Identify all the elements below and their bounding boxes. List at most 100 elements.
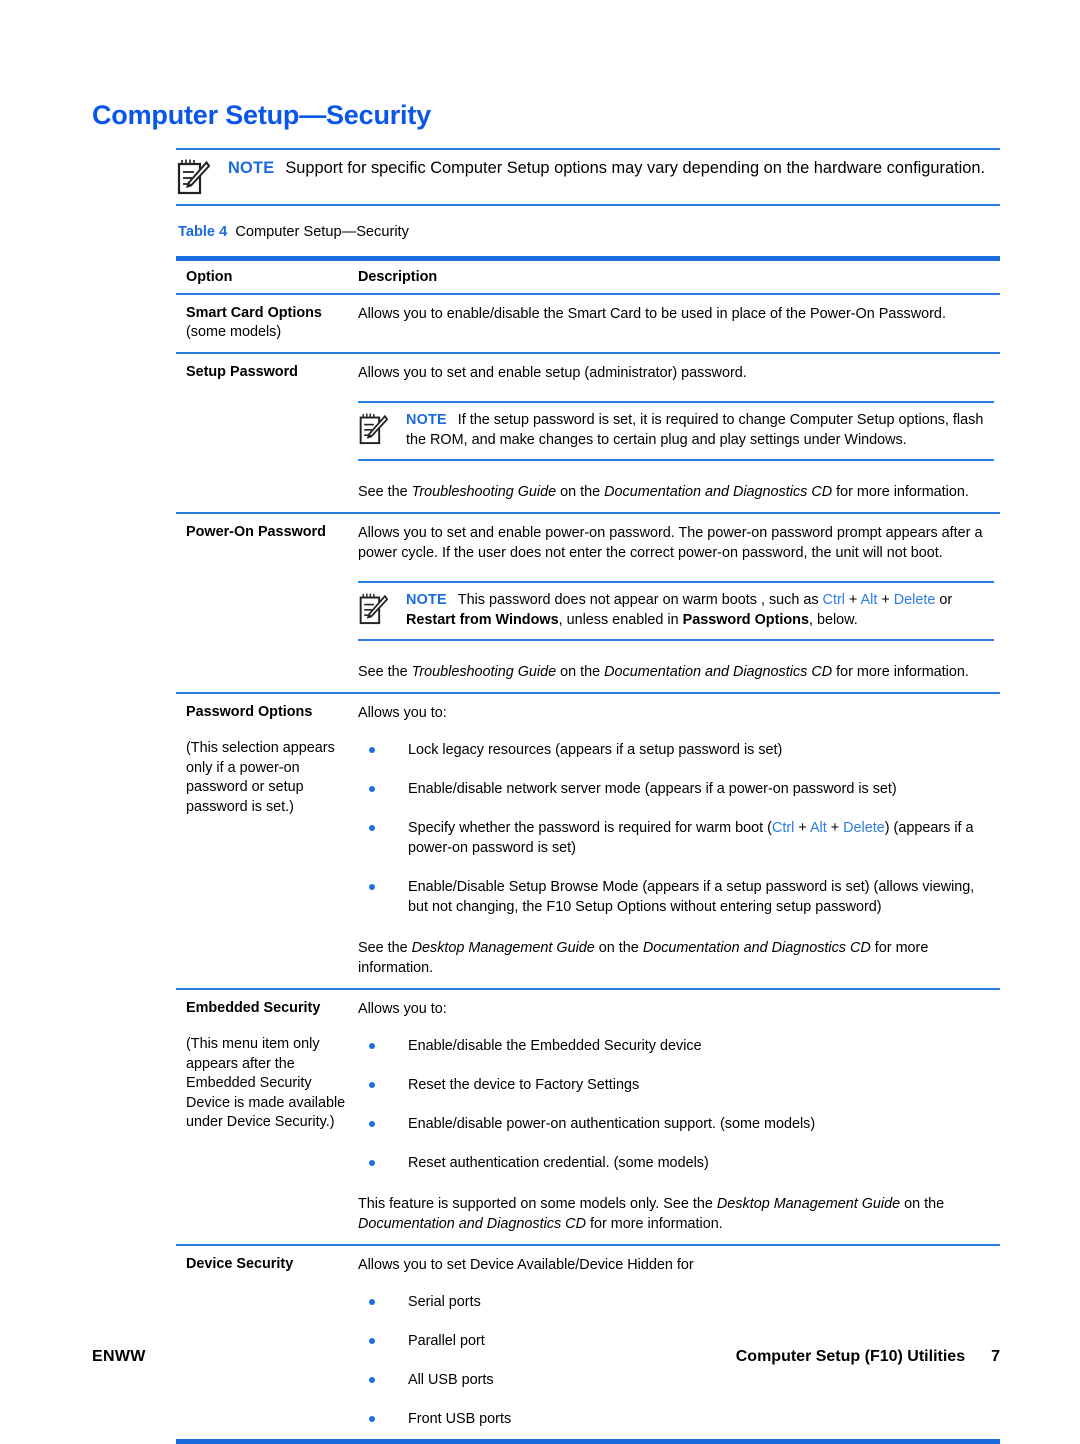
see-also-mid: on the (556, 664, 605, 680)
note-text-part1: This password does not appear on warm bo… (457, 592, 823, 608)
option-name: Device Security (186, 1256, 294, 1272)
see-also-guide: Troubleshooting Guide (411, 664, 557, 680)
option-description: Allows you to enable/disable the Smart C… (358, 306, 946, 322)
list-item: All USB ports (358, 1370, 994, 1390)
key-alt: Alt (860, 592, 878, 608)
key-alt: Alt (809, 820, 827, 836)
see-also-text: See the Troubleshooting Guide on the Doc… (358, 482, 994, 502)
note-bold-restart: Restart from Windows (406, 611, 559, 628)
see-also-tail: for more information. (832, 484, 969, 500)
list-item: Front USB ports (358, 1409, 994, 1429)
option-subnote: (This selection appears only if a power-… (186, 740, 335, 815)
note-text-part3: , unless enabled in (558, 611, 683, 628)
see-also-text: See the Desktop Management Guide on the … (358, 938, 994, 978)
list-item: Specify whether the password is required… (358, 818, 994, 858)
key-delete: Delete (843, 820, 885, 836)
see-also-lead: See the (358, 484, 412, 500)
see-also-text: See the Troubleshooting Guide on the Doc… (358, 662, 994, 682)
option-subnote: (some models) (186, 324, 282, 340)
option-subnote: (This menu item only appears after the E… (186, 1036, 346, 1130)
note-bold-password-options: Password Options (682, 611, 809, 628)
option-description: Allows you to set and enable setup (admi… (358, 365, 747, 381)
see-also-cd: Documentation and Diagnostics CD (604, 484, 833, 500)
table-row: Smart Card Options (some models) Allows … (176, 295, 1000, 352)
see-also-cd: Documentation and Diagnostics CD (642, 940, 871, 956)
option-name: Setup Password (186, 364, 298, 380)
see-also-mid: on the (556, 484, 605, 500)
see-also-lead: See the (358, 940, 412, 956)
note-pencil-icon (358, 591, 406, 626)
see-also-cd: Documentation and Diagnostics CD (358, 1216, 586, 1232)
page-number: 7 (991, 1348, 1000, 1365)
see-also-guide: Desktop Management Guide (411, 940, 595, 956)
note-label: NOTE (406, 412, 447, 428)
list-item: Serial ports (358, 1292, 994, 1312)
key-delete: Delete (893, 592, 936, 608)
key-ctrl: Ctrl (771, 820, 795, 836)
column-header-description: Description (358, 269, 438, 285)
plus-1: + (794, 820, 810, 836)
table-row: Device Security Allows you to set Device… (176, 1246, 1000, 1439)
table-caption-number: Table 4 (178, 224, 228, 240)
document-page: Computer Setup—Security NOTE Support for… (0, 0, 1080, 1444)
note-text-part4: , below. (808, 611, 858, 628)
table-bottom-rule (176, 1439, 1000, 1444)
list-item: Enable/disable the Embedded Security dev… (358, 1036, 994, 1056)
note-text: If the setup password is set, it is requ… (406, 412, 984, 448)
page-title: Computer Setup—Security (92, 100, 431, 130)
see-also-guide: Troubleshooting Guide (411, 484, 557, 500)
see-also-lead: See the (358, 664, 412, 680)
list-item: Lock legacy resources (appears if a setu… (358, 740, 994, 760)
bullet-pre: Specify whether the password is required… (408, 820, 772, 836)
option-description: Allows you to: (358, 1001, 447, 1017)
see-also-mid: on the (900, 1196, 945, 1212)
option-name: Smart Card Options (186, 305, 322, 321)
see-also-mid: on the (594, 940, 643, 956)
note-pencil-icon (176, 157, 228, 196)
option-name: Power-On Password (186, 524, 326, 540)
see-also-cd: Documentation and Diagnostics CD (604, 664, 833, 680)
see-also-guide: Desktop Management Guide (716, 1196, 901, 1212)
option-name: Password Options (186, 704, 313, 720)
page-footer: ENWW Computer Setup (F10) Utilities 7 (92, 1348, 1000, 1366)
note-content: NOTE If the setup password is set, it is … (406, 411, 994, 450)
table-caption-title: Computer Setup—Security (235, 224, 409, 240)
power-on-password-note-box: NOTE This password does not appear on war… (358, 581, 994, 641)
note-content: NOTE This password does not appear on war… (406, 591, 994, 630)
note-text-part2: or (935, 592, 953, 608)
top-note-box: NOTE Support for specific Computer Setup … (176, 148, 1000, 206)
option-description: Allows you to set Device Available/Devic… (358, 1257, 694, 1273)
list-item: Enable/Disable Setup Browse Mode (appear… (358, 877, 994, 917)
table-header-row: Option Description (176, 261, 1000, 293)
note-label: NOTE (228, 159, 275, 177)
footer-chapter-title: Computer Setup (F10) Utilities (735, 1348, 966, 1365)
note-pencil-icon (358, 411, 406, 446)
table-caption: Table 4 Computer Setup—Security (178, 224, 409, 240)
footer-chapter: Computer Setup (F10) Utilities 7 (736, 1348, 1000, 1366)
note-text: Support for specific Computer Setup opti… (285, 159, 986, 177)
top-note-text: NOTE Support for specific Computer Setup … (228, 157, 1000, 180)
see-also-tail: for more information. (832, 664, 969, 680)
see-also-text: This feature is supported on some models… (358, 1194, 994, 1234)
option-name: Embedded Security (186, 1000, 321, 1016)
table-row: Setup Password Allows you to set and ena… (176, 354, 1000, 512)
option-description: Allows you to: (358, 705, 447, 721)
list-item: Reset the device to Factory Settings (358, 1075, 994, 1095)
option-bullet-list: Lock legacy resources (appears if a setu… (358, 740, 994, 917)
plus-1: + (844, 592, 861, 608)
note-label: NOTE (406, 592, 447, 608)
key-ctrl: Ctrl (822, 592, 845, 608)
see-also-tail: for more information. (585, 1216, 723, 1232)
table-row: Power-On Password Allows you to set and … (176, 514, 1000, 692)
list-item: Enable/disable power-on authentication s… (358, 1114, 994, 1134)
see-also-lead: This feature is supported on some models… (358, 1196, 717, 1212)
footer-locale: ENWW (92, 1348, 146, 1365)
list-item: Enable/disable network server mode (appe… (358, 779, 994, 799)
security-options-table: Option Description Smart Card Options (s… (176, 256, 1000, 1444)
setup-password-note-box: NOTE If the setup password is set, it is … (358, 401, 994, 461)
option-description: Allows you to set and enable power-on pa… (358, 525, 983, 561)
option-bullet-list: Enable/disable the Embedded Security dev… (358, 1036, 994, 1173)
column-header-option: Option (186, 269, 233, 285)
list-item: Reset authentication credential. (some m… (358, 1153, 994, 1173)
table-row: Embedded Security (This menu item only a… (176, 990, 1000, 1244)
